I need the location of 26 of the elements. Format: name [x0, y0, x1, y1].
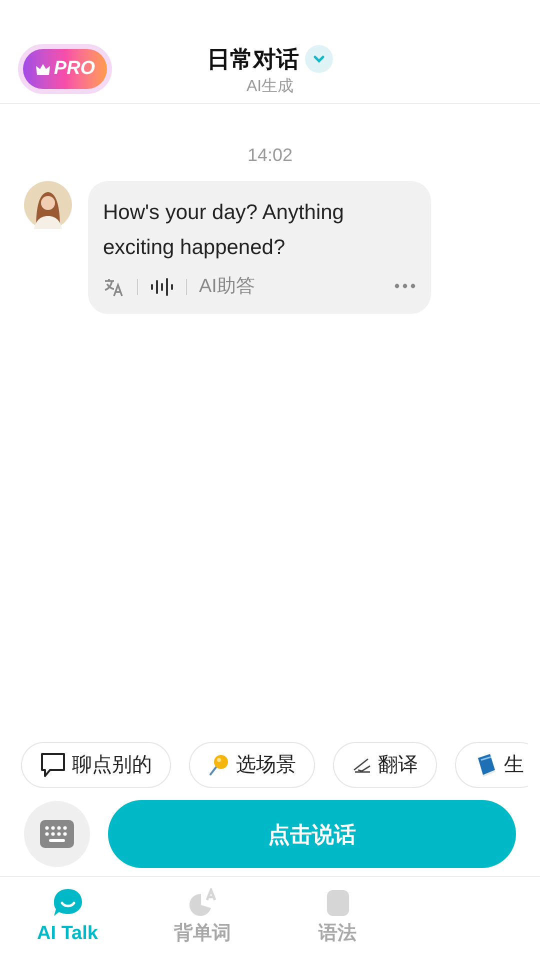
dropdown-button[interactable] — [305, 45, 333, 74]
chat-title: 日常对话 — [207, 45, 299, 74]
avatar — [24, 181, 72, 229]
timestamp: 14:02 — [247, 144, 293, 167]
translate-icon[interactable] — [103, 276, 125, 298]
speech-bubble-icon — [40, 752, 66, 778]
pro-button[interactable]: PRO — [18, 44, 112, 94]
pro-label: PRO — [54, 56, 96, 81]
tab[interactable]: AI Talk — [0, 877, 135, 960]
tab[interactable]: 语法 — [270, 877, 405, 960]
talk-button[interactable]: 点击说话 — [108, 800, 516, 868]
chevron-down-icon — [312, 54, 326, 64]
keyboard-icon — [40, 820, 74, 848]
message-text: How's your day? Anything exciting happened? — [103, 200, 345, 261]
tab[interactable]: 背单词 — [135, 877, 270, 960]
suggestion-chip[interactable]: 选场景 — [189, 742, 315, 788]
suggestion-chip[interactable]: 聊点别的 — [21, 742, 171, 788]
chat-bubble-icon — [52, 888, 84, 918]
chat-subtitle: AI生成 — [246, 76, 294, 96]
suggestion-chip[interactable]: 翻译 — [333, 742, 437, 788]
pie-letter-icon — [186, 888, 218, 918]
pushpin-icon — [208, 753, 230, 777]
suggestion-chip[interactable]: 生 — [455, 742, 528, 788]
audio-wave-icon[interactable] — [150, 276, 174, 298]
crown-icon — [34, 62, 51, 76]
ai-assist-button[interactable]: AI助答 — [199, 273, 255, 302]
